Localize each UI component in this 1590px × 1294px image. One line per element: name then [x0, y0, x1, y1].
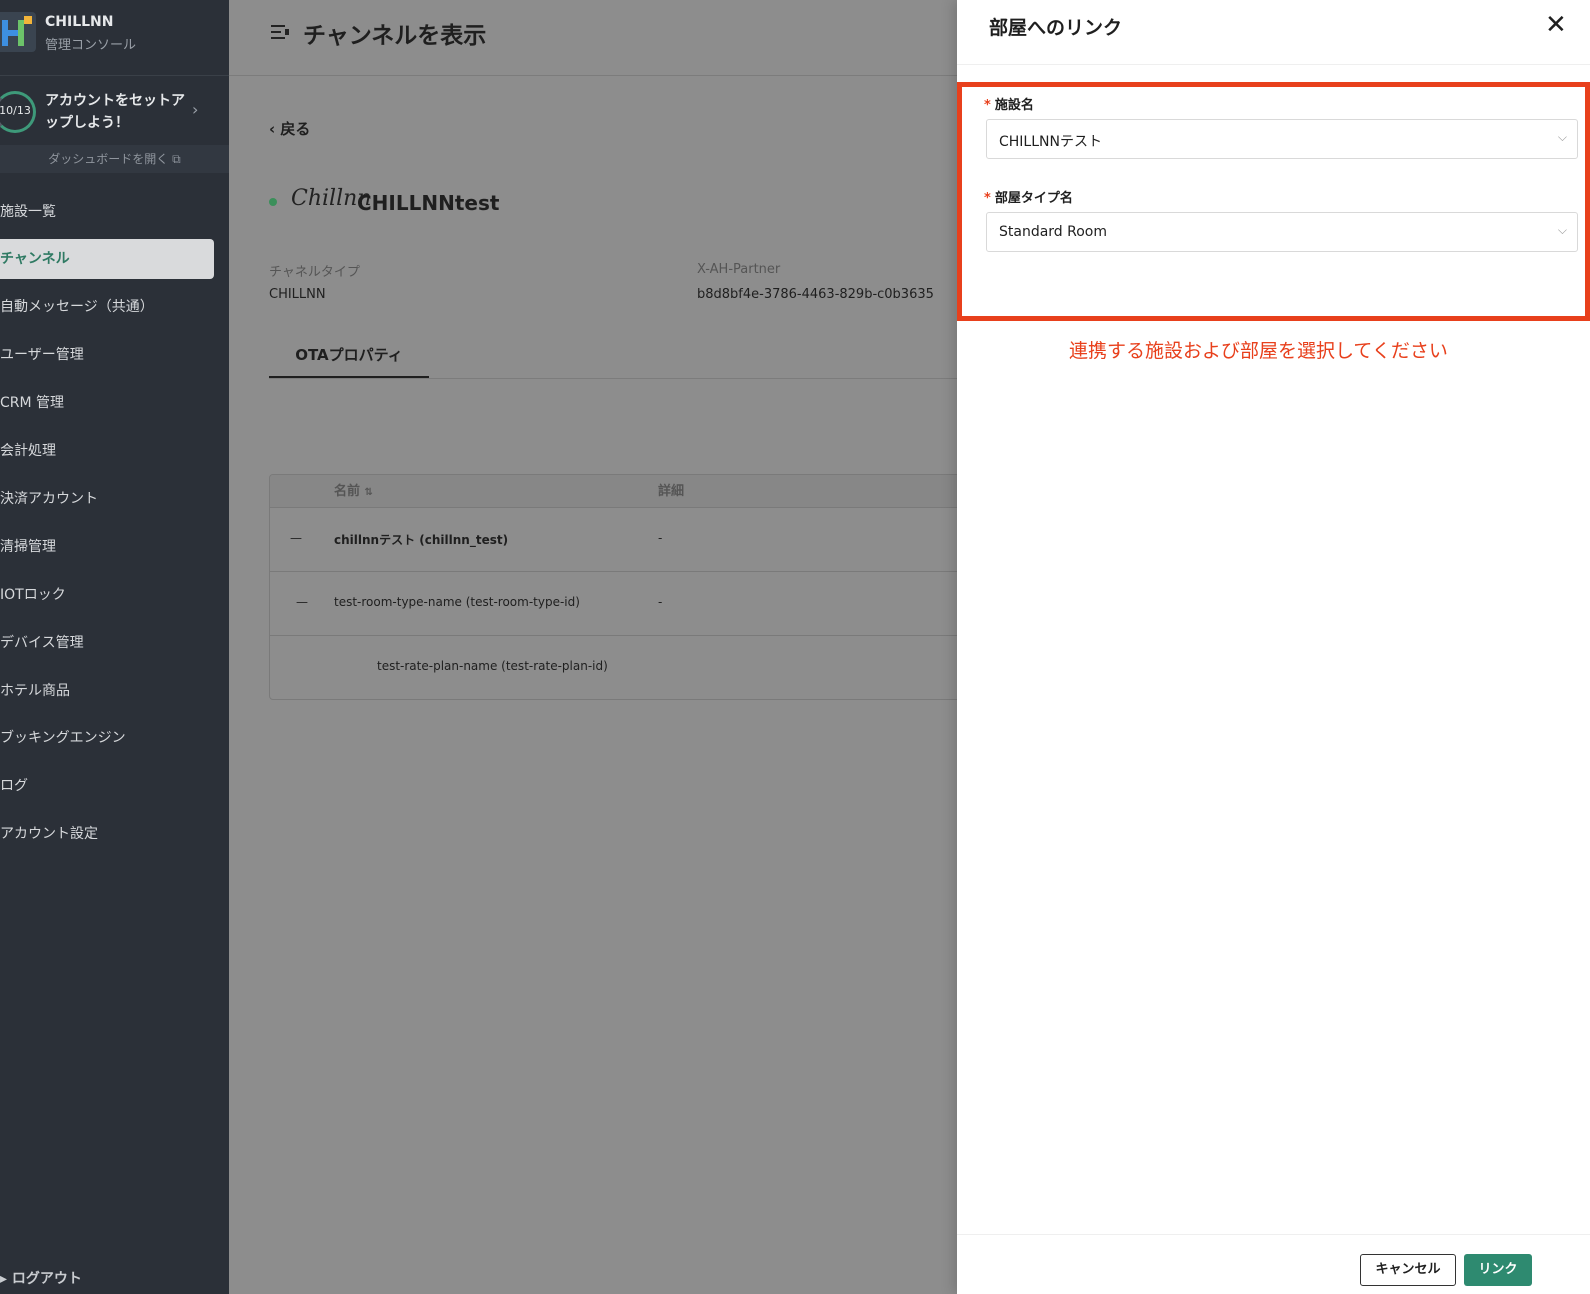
setup-progress-count: 10/13: [0, 104, 31, 117]
row-name: test-rate-plan-name (test-rate-plan-id): [377, 659, 608, 673]
row-detail: -: [658, 531, 663, 545]
sidebar-item-booking-engine[interactable]: ブッキングエンジン: [0, 718, 214, 758]
drawer-header-divider: [957, 64, 1590, 65]
sidebar-item-cleaning[interactable]: 清掃管理: [0, 527, 214, 567]
close-icon[interactable]: ✕: [1545, 10, 1567, 40]
logout-label: ログアウト: [11, 1271, 82, 1287]
sidebar-item-facilities[interactable]: 施設一覧: [0, 192, 214, 232]
column-header-detail: 詳細: [658, 484, 685, 499]
cancel-button[interactable]: キャンセル: [1360, 1254, 1456, 1286]
chevron-right-icon: ›: [192, 100, 199, 119]
channel-name: CHILLNNtest: [357, 191, 500, 215]
drawer-title: 部屋へのリンク: [989, 17, 1123, 39]
sidebar-item-account-settings[interactable]: アカウント設定: [0, 814, 214, 854]
room-type-label: * 部屋タイプ名: [984, 187, 1073, 206]
setup-progress-text: アカウントをセットアップしよう！: [45, 93, 185, 131]
sidebar-item-users[interactable]: ユーザー管理: [0, 335, 214, 375]
table-row: — chillnnテスト (chillnn_test) -: [270, 508, 968, 572]
sidebar-divider: [0, 75, 229, 76]
setup-progress-card[interactable]: 10/13 アカウントをセットアップしよう！ ›: [0, 88, 229, 138]
menu-fold-icon[interactable]: [271, 24, 289, 40]
sidebar-item-crm[interactable]: CRM 管理: [0, 383, 214, 423]
link-room-drawer: 部屋へのリンク ✕ * 施設名 CHILLNNテスト ⌵ * 部屋タイプ名 Stan…: [957, 0, 1590, 1294]
tab-divider: [269, 378, 957, 379]
channel-type-label: チャネルタイプ: [269, 265, 360, 280]
logout-button[interactable]: ▸ ログアウト: [0, 1268, 82, 1288]
column-header-name-label: 名前: [334, 484, 361, 499]
row-detail: -: [658, 595, 663, 609]
channel-type-value: CHILLNN: [269, 287, 326, 302]
brand-subtitle: 管理コンソール: [45, 38, 137, 53]
room-type-label-text: 部屋タイプ名: [994, 191, 1073, 206]
chevron-down-icon: ⌵: [1557, 223, 1567, 237]
sidebar-item-accounting[interactable]: 会計処理: [0, 431, 214, 471]
logout-icon: ▸: [0, 1271, 12, 1287]
partner-value: b8d8bf4e-3786-4463-829b-c0b3635: [697, 287, 934, 302]
main-content: チャンネルを表示 ‹ 戻る Chillnn CHILLNNtest チャネルタイ…: [229, 0, 969, 1294]
sidebar: CHILLNN 管理コンソール 10/13 アカウントをセットアップしよう！ ›…: [0, 0, 229, 1294]
row-name: chillnnテスト (chillnn_test): [334, 533, 509, 547]
room-type-select[interactable]: Standard Room ⌵: [986, 212, 1578, 252]
table-row: — test-room-type-name (test-room-type-id…: [270, 572, 968, 636]
chevron-down-icon: ⌵: [1557, 130, 1567, 144]
facility-select[interactable]: CHILLNNテスト ⌵: [986, 119, 1578, 159]
drawer-footer-divider: [957, 1234, 1590, 1235]
highlight-box: * 施設名 CHILLNNテスト ⌵ * 部屋タイプ名 Standard Room …: [957, 82, 1590, 321]
required-mark: *: [984, 191, 991, 206]
tab-ota-properties[interactable]: OTAプロパティ: [269, 340, 429, 378]
dashboard-link-label: ダッシュボードを開く: [48, 152, 169, 166]
sidebar-item-logs[interactable]: ログ: [0, 766, 214, 806]
required-mark: *: [984, 98, 991, 113]
chevron-left-icon: ‹: [269, 120, 281, 138]
sidebar-item-hotel-products[interactable]: ホテル商品: [0, 671, 214, 711]
page-title: チャンネルを表示: [303, 23, 487, 49]
sidebar-item-channels[interactable]: チャンネル: [0, 239, 214, 279]
row-name: test-room-type-name (test-room-type-id): [334, 595, 580, 609]
brand[interactable]: CHILLNN 管理コンソール: [0, 12, 229, 62]
dashboard-link[interactable]: ダッシュボードを開く ⧉: [0, 145, 229, 173]
collapse-icon[interactable]: —: [290, 531, 302, 545]
facility-label: * 施設名: [984, 94, 1034, 113]
ota-properties-table: 名前 ⇅ 詳細 — chillnnテスト (chillnn_test) - — …: [269, 474, 969, 700]
sort-icon: ⇅: [364, 487, 373, 498]
column-header-name[interactable]: 名前 ⇅: [334, 475, 373, 508]
sidebar-item-payment-accounts[interactable]: 決済アカウント: [0, 479, 214, 519]
chillnn-logo-icon: [0, 12, 36, 52]
back-label: 戻る: [280, 120, 311, 138]
back-button[interactable]: ‹ 戻る: [269, 118, 310, 139]
facility-select-value: CHILLNNテスト: [999, 134, 1102, 150]
page-header: チャンネルを表示: [229, 0, 957, 76]
brand-name: CHILLNN: [45, 14, 114, 30]
link-button[interactable]: リンク: [1464, 1254, 1532, 1286]
status-dot: [269, 198, 277, 206]
external-link-icon: ⧉: [172, 152, 181, 166]
room-type-select-value: Standard Room: [999, 224, 1108, 240]
facility-label-text: 施設名: [994, 98, 1034, 113]
partner-label: X-AH-Partner: [697, 262, 781, 277]
sidebar-item-auto-messages[interactable]: 自動メッセージ（共通）: [0, 287, 214, 327]
sidebar-item-devices[interactable]: デバイス管理: [0, 623, 214, 663]
table-row: test-rate-plan-name (test-rate-plan-id): [270, 636, 968, 699]
sidebar-item-iot-lock[interactable]: IOTロック: [0, 575, 214, 615]
annotation-text: 連携する施設および部屋を選択してください: [1069, 340, 1448, 362]
collapse-icon[interactable]: —: [296, 595, 308, 609]
table-header: [270, 475, 968, 508]
